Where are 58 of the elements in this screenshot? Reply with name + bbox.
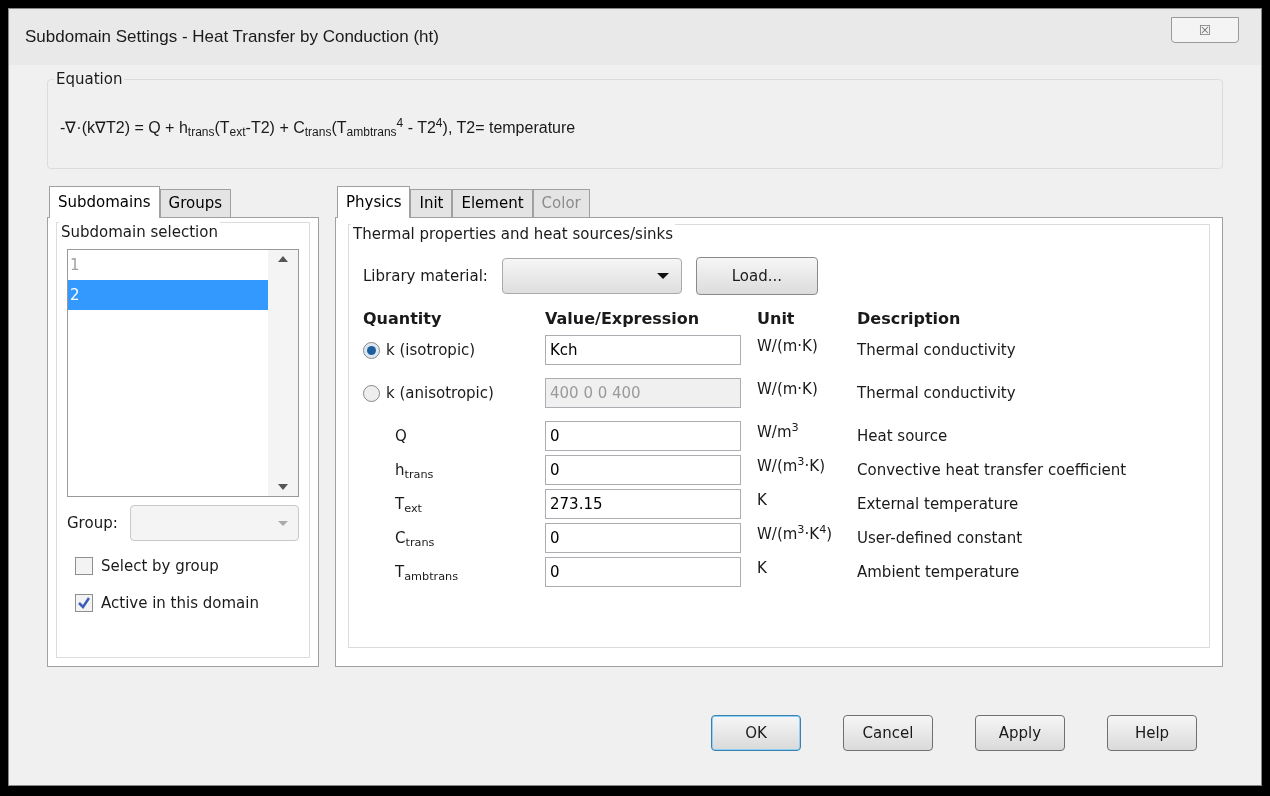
column-header: Quantity [363,308,443,330]
scroll-down-icon[interactable] [278,484,288,490]
unit-label: W/(m$^{3}$·K$^{4}$) [757,523,834,545]
value-input[interactable]: 273.15 [545,489,741,519]
value-input[interactable]: 0 [545,523,741,553]
quantity-label: k (anisotropic) [386,383,494,404]
description-label: Thermal conductivity [857,383,1017,404]
checkbox[interactable] [75,557,93,576]
column-header: Value/Expression [545,308,701,330]
caret-icon [278,520,288,526]
quantity-label: Q [395,426,407,447]
equation-text: -∇·(k∇T2) = Q + h$_{trans}$(T$_{ext}$-T2) + C$_{trans}$(T$_{ambtrans}$$^{4}$ - T2$^{4}$), T2= temperature [60,116,577,140]
value-input[interactable]: 0 [545,455,741,485]
checkbox[interactable] [75,593,93,612]
tab[interactable]: Init [410,189,453,217]
description-label: Heat source [857,426,949,447]
check-icon [78,596,90,609]
material-dropdown[interactable] [501,258,682,294]
tab[interactable]: Physics [337,186,411,218]
field-label: Group: [67,512,118,534]
load-button[interactable]: Load... [695,257,818,295]
tab[interactable]: Element [452,189,533,217]
field-label: Library material: [363,265,488,287]
close-button[interactable]: ☒ [1171,17,1239,43]
unit-label: W/m$^{3}$ [757,421,800,443]
quantity-label: k (isotropic) [386,340,476,361]
column-header: Description [857,308,962,330]
description-label: External temperature [857,494,1020,515]
description-label: User-defined constant [857,528,1024,549]
dialog-button[interactable]: Cancel [843,715,933,751]
tab[interactable]: Subdomains [49,186,160,218]
unit-label: W/(m·K) [757,336,819,357]
quantity-label: T$_{ambtrans}$ [395,562,459,584]
dialog-button[interactable]: OK [711,715,801,751]
value-input[interactable]: 0 [545,421,741,451]
checkbox-label: Active in this domain [101,592,259,614]
value-input[interactable]: Kch [545,335,741,365]
description-label: Thermal conductivity [857,340,1017,361]
quantity-label: T$_{ext}$ [395,494,422,516]
value-input[interactable]: 0 [545,557,741,587]
radio-button[interactable] [363,341,380,359]
quantity-label: h$_{trans}$ [395,460,434,482]
window-title: Subdomain Settings - Heat Transfer by Conduction (ht) [25,26,439,49]
checkbox-label: Select by group [101,556,219,577]
description-label: Convective heat transfer coefficient [857,460,1128,481]
tab[interactable]: Groups [159,189,232,217]
caret-icon [656,273,669,279]
dialog-button[interactable]: Apply [975,715,1065,751]
column-header: Unit [757,308,796,330]
unit-label: W/(m·K) [757,379,819,400]
unit-label: K [757,490,768,511]
unit-label: W/(m$^{3}$·K) [757,455,826,477]
description-label: Ambient temperature [857,562,1021,583]
unit-label: K [757,558,768,579]
scrollbar[interactable] [268,250,298,496]
scroll-up-icon[interactable] [278,256,288,262]
quantity-label: C$_{trans}$ [395,528,435,550]
dialog-button[interactable]: Help [1107,715,1197,751]
